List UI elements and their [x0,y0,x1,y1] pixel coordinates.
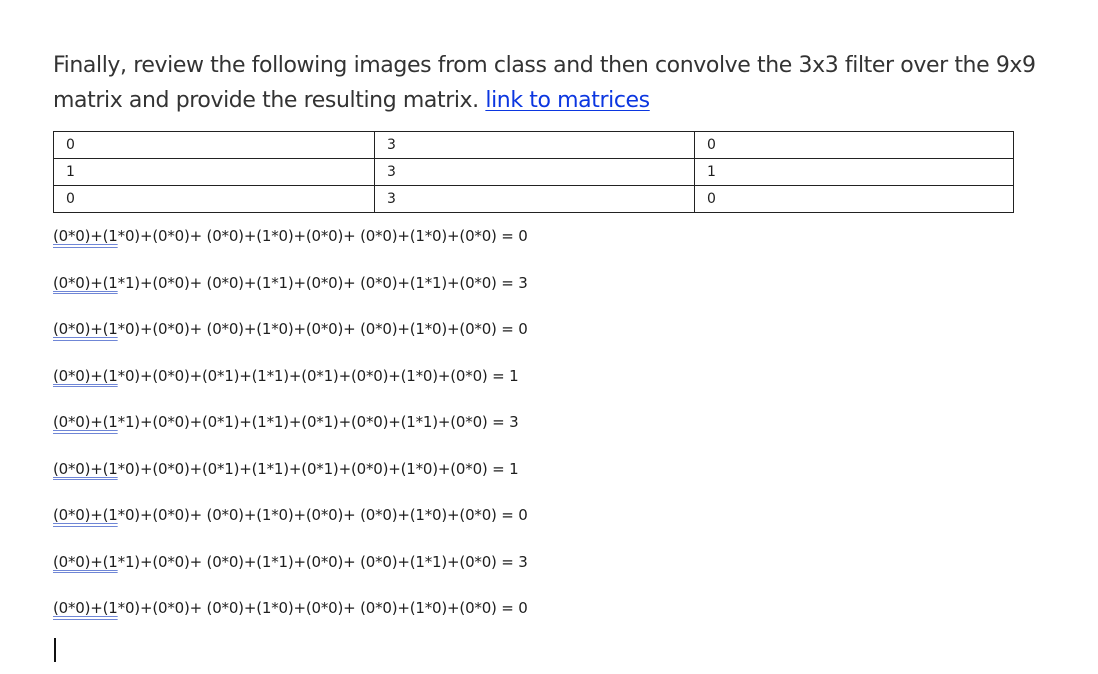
spellcheck-flagged-text: (0*0)+(1 [53,227,118,245]
equation-line: (0*0)+(1*0)+(0*0)+(0*1)+(1*1)+(0*1)+(0*0… [53,455,528,484]
spellcheck-flagged-text: (0*0)+(1 [53,273,118,292]
table-cell: 1 [53,158,375,186]
spellcheck-flagged-text: (0*0)+(1 [53,599,118,617]
table-row: 1 3 1 [53,158,1014,186]
equation-list: (0*0)+(1*0)+(0*0)+ (0*0)+(1*0)+(0*0)+ (0… [53,222,528,641]
equation-text: *0)+(0*0)+ (0*0)+(1*0)+(0*0)+ (0*0)+(1*0… [117,599,528,617]
equation-line: (0*0)+(1*1)+(0*0)+ (0*0)+(1*1)+(0*0)+ (0… [53,548,528,577]
equation-line: (0*0)+(1*1)+(0*0)+ (0*0)+(1*1)+(0*0)+ (0… [53,269,528,298]
filter-matrix-table: 0 3 0 1 3 1 0 3 0 [53,131,1014,213]
equation-text: *0)+(0*0)+ (0*0)+(1*0)+(0*0)+ (0*0)+(1*0… [117,227,528,245]
table-cell: 0 [53,131,375,159]
equation-text: *1)+(0*0)+(0*1)+(1*1)+(0*1)+(0*0)+(1*1)+… [117,413,519,431]
table-cell: 0 [694,185,1014,213]
table-cell: 0 [694,131,1014,159]
equation-line: (0*0)+(1*0)+(0*0)+(0*1)+(1*1)+(0*1)+(0*0… [53,362,528,391]
text-cursor [54,638,56,662]
intro-paragraph: Finally, review the following images fro… [53,48,1053,118]
matrices-link[interactable]: link to matrices [485,88,650,113]
spellcheck-flagged-text: (0*0)+(1 [53,552,118,571]
equation-text: *1)+(0*0)+ (0*0)+(1*1)+(0*0)+ (0*0)+(1*1… [117,552,528,571]
equation-line: (0*0)+(1*0)+(0*0)+ (0*0)+(1*0)+(0*0)+ (0… [53,222,528,251]
spellcheck-flagged-text: (0*0)+(1 [53,506,118,524]
spellcheck-flagged-text: (0*0)+(1 [53,320,118,338]
table-row: 0 3 0 [53,131,1014,159]
equation-text: *0)+(0*0)+(0*1)+(1*1)+(0*1)+(0*0)+(1*0)+… [117,459,519,478]
table-cell: 1 [694,158,1014,186]
equation-line: (0*0)+(1*0)+(0*0)+ (0*0)+(1*0)+(0*0)+ (0… [53,315,528,344]
document-page: Finally, review the following images fro… [0,0,1098,674]
spellcheck-flagged-text: (0*0)+(1 [53,413,118,431]
spellcheck-flagged-text: (0*0)+(1 [53,459,118,478]
table-cell: 3 [374,185,695,213]
equation-line: (0*0)+(1*0)+(0*0)+ (0*0)+(1*0)+(0*0)+ (0… [53,594,528,623]
equation-text: *0)+(0*0)+(0*1)+(1*1)+(0*1)+(0*0)+(1*0)+… [117,366,519,385]
table-cell: 3 [374,158,695,186]
equation-line: (0*0)+(1*0)+(0*0)+ (0*0)+(1*0)+(0*0)+ (0… [53,501,528,530]
equation-text: *0)+(0*0)+ (0*0)+(1*0)+(0*0)+ (0*0)+(1*0… [117,320,528,338]
table-row: 0 3 0 [53,185,1014,213]
equation-text: *1)+(0*0)+ (0*0)+(1*1)+(0*0)+ (0*0)+(1*1… [117,273,528,292]
table-cell: 0 [53,185,375,213]
equation-text: *0)+(0*0)+ (0*0)+(1*0)+(0*0)+ (0*0)+(1*0… [117,506,528,524]
table-cell: 3 [374,131,695,159]
spellcheck-flagged-text: (0*0)+(1 [53,366,118,385]
equation-line: (0*0)+(1*1)+(0*0)+(0*1)+(1*1)+(0*1)+(0*0… [53,408,528,437]
